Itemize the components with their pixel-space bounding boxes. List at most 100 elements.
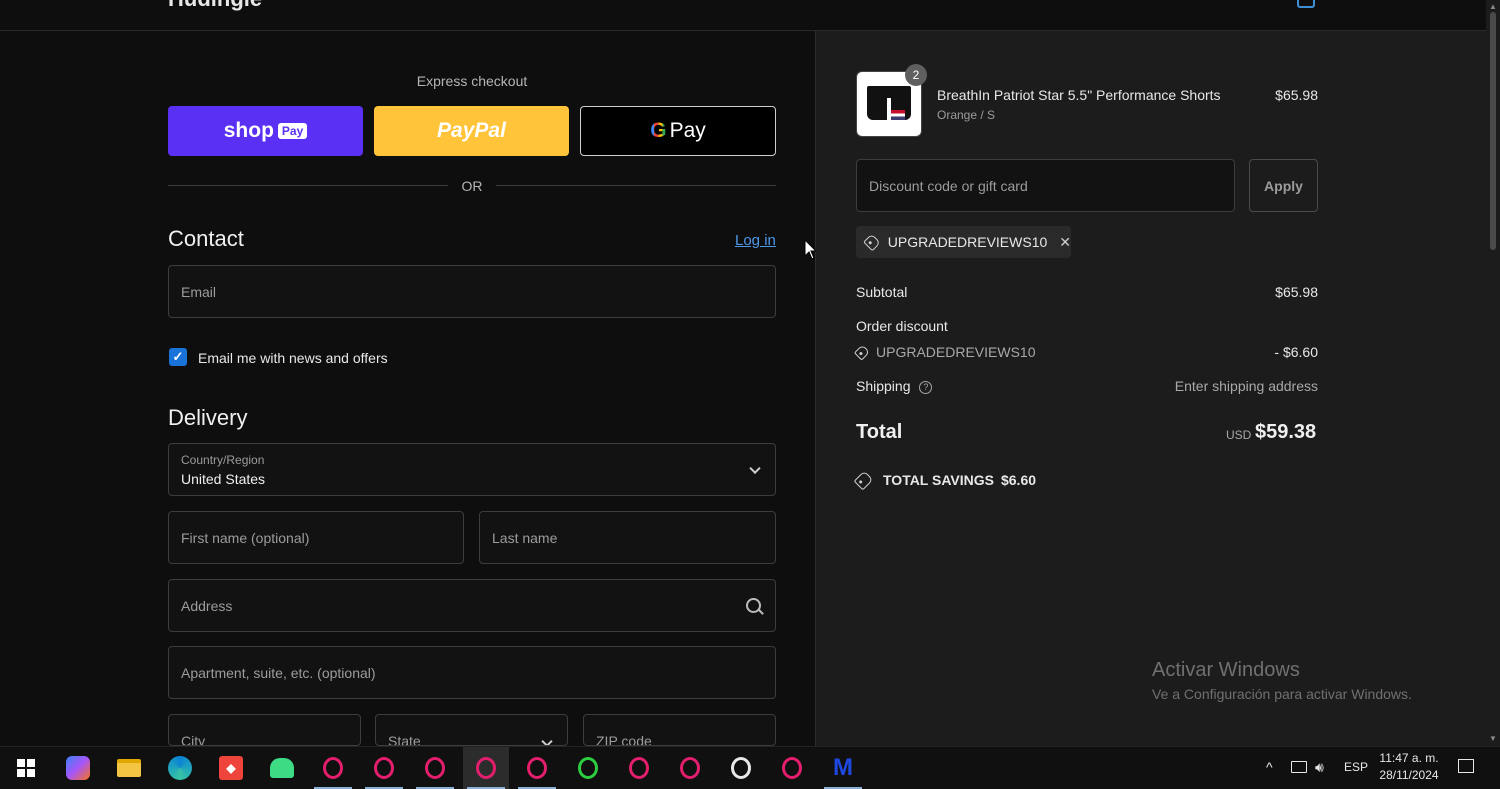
city-field[interactable]: City (168, 714, 361, 746)
zip-field[interactable]: ZIP code (583, 714, 776, 746)
last-name-field[interactable]: Last name (479, 511, 776, 564)
order-discount-value: - $6.60 (1274, 344, 1318, 360)
store-logo[interactable]: Hudingle (168, 0, 262, 12)
first-name-field[interactable]: First name (optional) (168, 511, 464, 564)
total-savings: TOTAL SAVINGS $6.60 (853, 470, 1037, 490)
taskbar-opera-3[interactable] (412, 747, 458, 789)
taskbar-opera-1[interactable] (310, 747, 356, 789)
folder-icon (117, 759, 141, 777)
state-select[interactable]: State (375, 714, 568, 746)
opera-icon (731, 757, 751, 779)
scroll-up-icon[interactable]: ▲ (1489, 2, 1497, 11)
taskbar-edge[interactable] (157, 747, 203, 789)
google-g-icon: G (650, 119, 667, 142)
address-placeholder: Address (181, 597, 233, 614)
zip-placeholder: ZIP code (596, 733, 652, 746)
system-clock[interactable]: 11:47 a. m. 28/11/2024 (1375, 750, 1443, 784)
taskbar-android-studio[interactable] (259, 747, 305, 789)
last-name-placeholder: Last name (492, 529, 558, 546)
quantity-badge: 2 (905, 64, 927, 86)
windows-activation-subtitle: Ve a Configuración para activar Windows. (1152, 686, 1412, 702)
clock-date: 28/11/2024 (1379, 768, 1439, 782)
taskbar-anydesk[interactable]: ◆ (208, 747, 254, 789)
windows-activation-title: Activar Windows (1152, 659, 1300, 681)
express-checkout-title: Express checkout (416, 73, 528, 89)
paypal-button[interactable]: PayPal (374, 106, 569, 156)
remove-discount-icon[interactable]: ✕ (1059, 234, 1071, 251)
order-discount-label: Order discount (856, 318, 948, 334)
tag-icon (863, 233, 881, 251)
opera-icon (629, 757, 649, 779)
taskbar-opera-4[interactable] (463, 747, 509, 789)
savings-value: $6.60 (1000, 472, 1037, 488)
opera-icon (782, 757, 802, 779)
network-icon[interactable] (1291, 746, 1307, 788)
subtotal-label: Subtotal (856, 284, 908, 300)
country-value: United States (181, 471, 266, 487)
m-app-icon: M (833, 754, 853, 781)
google-pay-label: Pay (669, 119, 706, 142)
city-placeholder: City (181, 733, 206, 746)
taskbar-opera-6[interactable] (616, 747, 662, 789)
input-language[interactable]: ESP (1344, 746, 1368, 788)
taskbar-opera-8[interactable] (718, 747, 764, 789)
opera-icon (680, 757, 700, 779)
discount-code-input[interactable]: Discount code or gift card (856, 159, 1235, 212)
email-field[interactable]: Email (168, 265, 776, 318)
divider-right (496, 185, 776, 186)
newsletter-checkbox[interactable]: ✓ (169, 348, 187, 366)
first-name-placeholder: First name (optional) (181, 529, 310, 546)
email-placeholder: Email (181, 283, 217, 300)
edge-icon (168, 756, 192, 780)
start-button[interactable] (3, 747, 49, 789)
scroll-down-icon[interactable]: ▼ (1489, 734, 1497, 743)
taskbar-m-app[interactable]: M (820, 747, 866, 789)
cart-icon[interactable] (1297, 0, 1315, 8)
taskbar-opera-gx[interactable] (565, 747, 611, 789)
product-name: BreathIn Patriot Star 5.5" Performance S… (937, 87, 1221, 103)
volume-icon[interactable]: 🔊︎ (1315, 746, 1324, 788)
order-discount-code-row: UPGRADEDREVIEWS10 (853, 343, 1036, 361)
taskbar-copilot[interactable] (55, 747, 101, 789)
newsletter-label: Email me with news and offers (198, 350, 388, 366)
product-price: $65.98 (1275, 87, 1318, 103)
product-variant: Orange / S (937, 108, 996, 122)
tag-icon (853, 470, 874, 490)
order-discount-code: UPGRADEDREVIEWS10 (876, 344, 1036, 360)
opera-icon (476, 757, 496, 779)
android-icon (270, 758, 294, 778)
or-divider-label: OR (461, 178, 483, 194)
shop-pay-button[interactable]: shop Pay (168, 106, 363, 156)
opera-icon (425, 757, 445, 779)
taskbar-opera-5[interactable] (514, 747, 560, 789)
shipping-value: Enter shipping address (1174, 378, 1318, 394)
taskbar-file-explorer[interactable] (106, 747, 152, 789)
country-select[interactable]: Country/Region United States (168, 443, 776, 496)
taskbar-opera-2[interactable] (361, 747, 407, 789)
opera-icon (323, 757, 343, 779)
login-link[interactable]: Log in (735, 232, 776, 249)
taskbar-opera-7[interactable] (667, 747, 713, 789)
windows-taskbar: ◆ M (0, 746, 1500, 789)
help-icon[interactable]: ? (919, 381, 933, 394)
scrollbar-thumb[interactable] (1490, 12, 1496, 250)
notification-center-icon[interactable] (1458, 759, 1474, 773)
flag-graphic (891, 110, 905, 120)
opera-icon (527, 757, 547, 779)
address-field[interactable]: Address (168, 579, 776, 632)
taskbar-opera-9[interactable] (769, 747, 815, 789)
store-header: Hudingle (0, 0, 1486, 31)
tag-icon (853, 343, 871, 361)
show-hidden-icons-icon[interactable]: ^ (1266, 746, 1273, 788)
apartment-field[interactable]: Apartment, suite, etc. (optional) (168, 646, 776, 699)
paypal-label: PayPal (437, 119, 506, 142)
divider-left (168, 185, 448, 186)
country-label: Country/Region (181, 453, 265, 467)
copilot-icon (66, 756, 90, 780)
total-label: Total (856, 421, 903, 443)
contact-heading: Contact (168, 226, 244, 251)
google-pay-button[interactable]: G Pay (580, 106, 776, 156)
apply-discount-button[interactable]: Apply (1249, 159, 1318, 212)
chevron-down-icon (541, 735, 553, 745)
shop-pay-label: shop (223, 119, 274, 142)
